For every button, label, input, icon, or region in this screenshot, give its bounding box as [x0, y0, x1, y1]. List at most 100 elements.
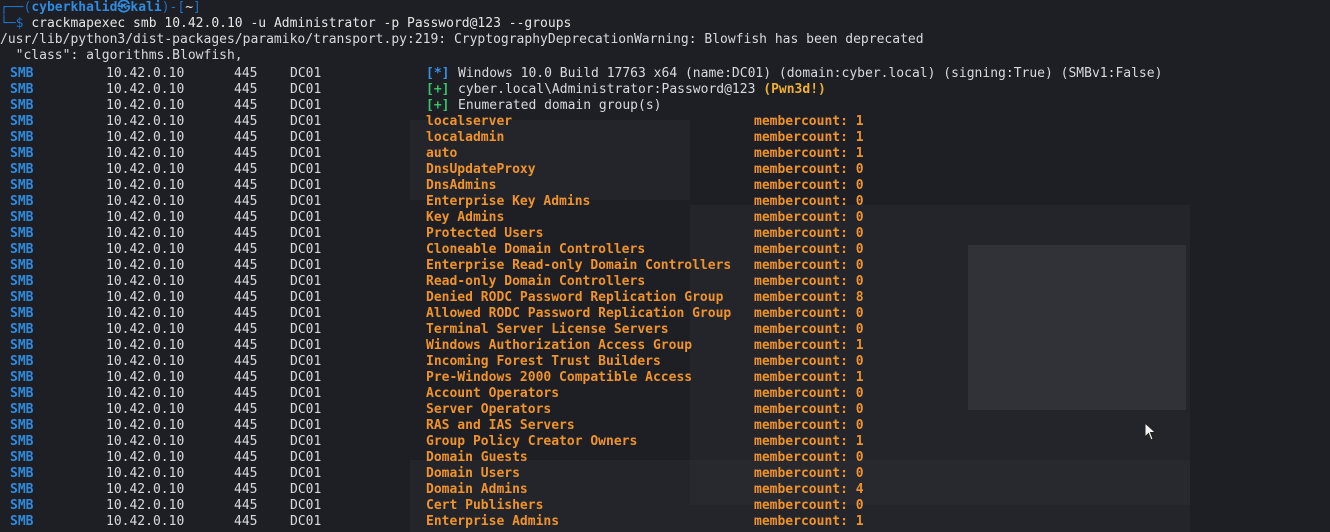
group-name: Enterprise Read-only Domain Controllers	[426, 258, 732, 273]
info-text: Enumerated domain group(s)	[458, 98, 662, 113]
host-name: DC01	[290, 210, 322, 225]
member-count: membercount: 0	[754, 466, 864, 482]
host-port: 445	[234, 514, 258, 529]
terminal-output[interactable]: ┌──(cyberkhalid㉿kali)-[~] └─$ crackmapex…	[0, 0, 1330, 532]
member-count-value: 0	[855, 322, 864, 337]
host-name: DC01	[290, 146, 322, 161]
member-count-value: 1	[855, 514, 864, 529]
info-message: Windows 10.0 Build 17763 x64 (name:DC01)…	[458, 66, 1162, 82]
member-count-value: 0	[855, 274, 864, 289]
protocol-label: SMB	[10, 114, 34, 129]
host-name: DC01	[290, 162, 322, 177]
host-port: 445	[234, 386, 258, 401]
host-port: 445	[234, 130, 258, 145]
member-count-value: 4	[855, 482, 864, 497]
protocol-label: SMB	[10, 82, 34, 97]
host-ip: 10.42.0.10	[106, 226, 185, 241]
host-ip: 10.42.0.10	[106, 322, 185, 337]
host-name: DC01	[290, 66, 322, 81]
host-ip: 10.42.0.10	[106, 498, 185, 513]
host-port: 445	[234, 178, 258, 193]
member-count: membercount: 0	[754, 306, 864, 322]
member-count-label: membercount:	[754, 386, 856, 401]
host-ip: 10.42.0.10	[106, 482, 185, 497]
group-name: DnsAdmins	[426, 178, 497, 193]
group-name: Domain Users	[426, 466, 520, 481]
host-ip: 10.42.0.10	[106, 210, 185, 225]
member-count-value: 0	[855, 162, 864, 177]
protocol-label: SMB	[10, 66, 34, 81]
member-count-label: membercount:	[754, 114, 856, 129]
member-count: membercount: 0	[754, 162, 864, 178]
host-name: DC01	[290, 450, 322, 465]
protocol-label: SMB	[10, 162, 34, 177]
mouse-cursor-icon	[1144, 422, 1157, 441]
group-name: Domain Admins	[426, 482, 528, 497]
host-port: 445	[234, 114, 258, 129]
host-ip: 10.42.0.10	[106, 146, 185, 161]
group-name: RAS and IAS Servers	[426, 418, 575, 433]
host-ip: 10.42.0.10	[106, 274, 185, 289]
host-port: 445	[234, 498, 258, 513]
host-ip: 10.42.0.10	[106, 130, 185, 145]
host-name: DC01	[290, 258, 322, 273]
protocol-label: SMB	[10, 210, 34, 225]
group-name: Incoming Forest Trust Builders	[426, 354, 661, 369]
member-count: membercount: 0	[754, 194, 864, 210]
host-port: 445	[234, 66, 258, 81]
member-count-label: membercount:	[754, 322, 856, 337]
member-count-label: membercount:	[754, 482, 856, 497]
host-port: 445	[234, 418, 258, 433]
member-count-value: 1	[855, 114, 864, 129]
member-count-value: 1	[855, 338, 864, 353]
member-count-value: 0	[855, 210, 864, 225]
protocol-label: SMB	[10, 514, 34, 529]
protocol-label: SMB	[10, 466, 34, 481]
member-count: membercount: 1	[754, 338, 864, 354]
host-port: 445	[234, 226, 258, 241]
member-count-value: 1	[855, 146, 864, 161]
member-count-value: 0	[855, 418, 864, 433]
member-count-value: 0	[855, 386, 864, 401]
member-count-label: membercount:	[754, 290, 856, 305]
member-count: membercount: 1	[754, 114, 864, 130]
host-name: DC01	[290, 402, 322, 417]
host-port: 445	[234, 242, 258, 257]
host-ip: 10.42.0.10	[106, 178, 185, 193]
member-count-label: membercount:	[754, 418, 856, 433]
host-name: DC01	[290, 386, 322, 401]
member-count: membercount: 1	[754, 146, 864, 162]
host-name: DC01	[290, 498, 322, 513]
protocol-label: SMB	[10, 434, 34, 449]
member-count-label: membercount:	[754, 226, 856, 241]
member-count: membercount: 0	[754, 274, 864, 290]
group-name: Windows Authorization Access Group	[426, 338, 693, 353]
member-count-label: membercount:	[754, 162, 856, 177]
member-count-label: membercount:	[754, 466, 856, 481]
host-ip: 10.42.0.10	[106, 514, 185, 529]
protocol-label: SMB	[10, 226, 34, 241]
member-count-value: 0	[855, 450, 864, 465]
status-tag: [+]	[426, 98, 450, 113]
group-name: Enterprise Admins	[426, 514, 560, 529]
group-name: Cert Publishers	[426, 498, 544, 513]
group-name: DnsUpdateProxy	[426, 162, 536, 177]
host-ip: 10.42.0.10	[106, 370, 185, 385]
member-count: membercount: 0	[754, 498, 864, 514]
member-count-label: membercount:	[754, 274, 856, 289]
host-name: DC01	[290, 82, 322, 97]
host-name: DC01	[290, 322, 322, 337]
group-name: Terminal Server License Servers	[426, 322, 669, 337]
member-count: membercount: 0	[754, 226, 864, 242]
host-ip: 10.42.0.10	[106, 162, 185, 177]
protocol-label: SMB	[10, 290, 34, 305]
protocol-label: SMB	[10, 242, 34, 257]
host-ip: 10.42.0.10	[106, 114, 185, 129]
protocol-label: SMB	[10, 354, 34, 369]
group-name: Cloneable Domain Controllers	[426, 242, 646, 257]
group-name: Account Operators	[426, 386, 560, 401]
info-text: cyber.local\Administrator:Password@123	[458, 82, 764, 97]
host-ip: 10.42.0.10	[106, 306, 185, 321]
group-name: Domain Guests	[426, 450, 528, 465]
group-name: Denied RODC Password Replication Group	[426, 290, 724, 305]
